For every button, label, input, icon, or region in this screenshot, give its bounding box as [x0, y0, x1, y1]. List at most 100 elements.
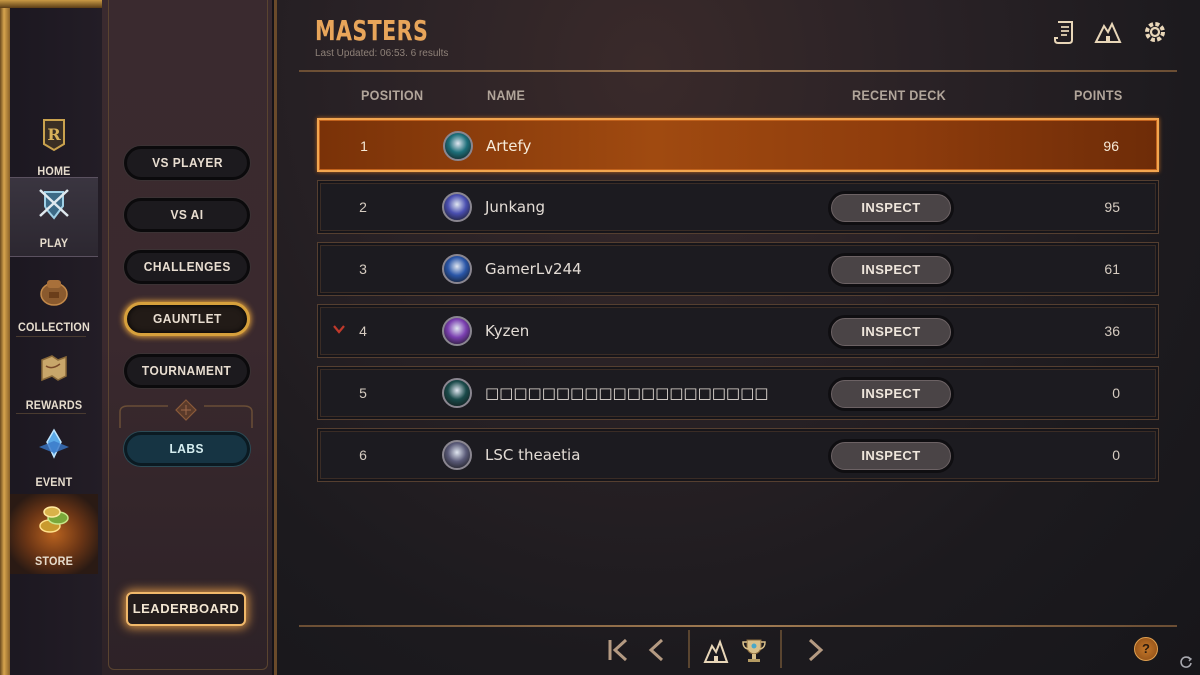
nav-label-home: HOME — [37, 164, 71, 178]
nav-item-event[interactable]: EVENT — [10, 419, 98, 495]
row-position: 2 — [359, 199, 367, 215]
inspect-label: INSPECT — [831, 442, 951, 470]
player-name: LSC theaetia — [485, 446, 581, 464]
leaderboard-row[interactable]: 3 GamerLv244 INSPECT 61 — [317, 242, 1159, 296]
previous-page-icon[interactable] — [646, 634, 668, 666]
play-submenu — [102, 0, 272, 675]
challenges-button[interactable]: CHALLENGES — [124, 250, 250, 284]
nav-divider — [16, 336, 86, 337]
row-points: 36 — [1104, 323, 1120, 339]
row-position: 5 — [359, 385, 367, 401]
leaderboard-row[interactable]: 5 □□□□□□□□□□□□□□□□□□□□ INSPECT 0 — [317, 366, 1159, 420]
page-title-text: MASTERS — [315, 14, 429, 47]
column-header-points[interactable]: POINTS — [1074, 87, 1128, 103]
row-points: 0 — [1112, 385, 1120, 401]
pager-divider — [688, 630, 690, 668]
rune-logo-icon: R — [43, 119, 65, 152]
leaderboard-button[interactable]: LEADERBOARD — [126, 592, 246, 626]
rank-mountain-icon[interactable] — [1094, 18, 1122, 46]
nav-frame-top — [0, 0, 102, 8]
leaderboard-row[interactable]: 6 LSC theaetia INSPECT 0 — [317, 428, 1159, 482]
inspect-label: INSPECT — [831, 318, 951, 346]
row-position: 4 — [359, 323, 367, 339]
last-updated-text: Last Updated: 06:53. 6 results — [315, 48, 449, 59]
nav-item-collection[interactable]: COLLECTION — [10, 264, 98, 340]
map-scroll-icon — [41, 355, 67, 382]
row-points: 95 — [1104, 199, 1120, 215]
player-name: Junkang — [485, 198, 546, 216]
player-avatar-icon — [442, 192, 472, 222]
gear-icon[interactable] — [1141, 18, 1169, 46]
nav-item-play[interactable]: PLAY — [10, 177, 98, 257]
nav-divider — [16, 413, 86, 414]
inspect-deck-button[interactable]: INSPECT — [828, 315, 954, 349]
header-divider — [299, 70, 1177, 72]
refresh-icon — [1180, 656, 1193, 668]
inspect-label: INSPECT — [831, 256, 951, 284]
rank-down-icon — [333, 325, 345, 334]
player-avatar-icon — [442, 316, 472, 346]
column-header-points-label: POINTS — [1074, 87, 1123, 103]
player-avatar-icon — [442, 440, 472, 470]
inspect-deck-button[interactable]: INSPECT — [828, 191, 954, 225]
row-points: 0 — [1112, 447, 1120, 463]
inspect-label: INSPECT — [831, 380, 951, 408]
inspect-deck-button[interactable]: INSPECT — [828, 439, 954, 473]
gauntlet-label: GAUNTLET — [152, 311, 222, 326]
nav-item-rewards[interactable]: REWARDS — [10, 342, 98, 418]
vs-player-button[interactable]: VS PLAYER — [124, 146, 250, 180]
first-page-icon[interactable] — [606, 634, 632, 666]
nav-label-rewards: REWARDS — [25, 398, 83, 412]
nav-item-home[interactable]: R HOME — [10, 108, 98, 184]
row-points: 61 — [1104, 261, 1120, 277]
page-title: MASTERS — [315, 14, 453, 47]
leaderboard-row[interactable]: 4 Kyzen INSPECT 36 — [317, 304, 1159, 358]
labs-label: LABS — [169, 441, 205, 456]
trophy-icon[interactable] — [740, 634, 768, 666]
tournament-button[interactable]: TOURNAMENT — [124, 354, 250, 388]
nav-label-event: EVENT — [35, 475, 73, 489]
row-position: 1 — [360, 138, 368, 154]
player-avatar-icon — [442, 378, 472, 408]
labs-button[interactable]: LABS — [124, 432, 250, 466]
tournament-label: TOURNAMENT — [142, 363, 232, 378]
inspect-deck-button[interactable]: INSPECT — [828, 377, 954, 411]
next-page-icon[interactable] — [804, 634, 826, 666]
row-points: 96 — [1103, 138, 1119, 154]
crossed-swords-shield-icon — [39, 189, 69, 220]
gauntlet-button[interactable]: GAUNTLET — [124, 302, 250, 336]
vs-ai-button[interactable]: VS AI — [124, 198, 250, 232]
column-header-position[interactable]: POSITION — [361, 87, 430, 103]
rank-tier-icon[interactable] — [703, 634, 729, 666]
row-position: 3 — [359, 261, 367, 277]
nav-frame — [0, 0, 10, 675]
row-position: 6 — [359, 447, 367, 463]
scroll-list-icon[interactable] — [1051, 18, 1079, 46]
challenges-label: CHALLENGES — [143, 259, 231, 274]
footer-divider — [299, 625, 1177, 627]
column-header-name[interactable]: NAME — [487, 87, 529, 103]
column-header-position-label: POSITION — [361, 87, 424, 103]
coins-icon — [39, 506, 69, 533]
nav-label-store: STORE — [35, 554, 73, 568]
player-name: Kyzen — [485, 322, 530, 340]
inspect-deck-button[interactable]: INSPECT — [828, 253, 954, 287]
help-button[interactable]: ? — [1134, 637, 1158, 661]
player-name: GamerLv244 — [485, 260, 582, 278]
vs-player-label: VS PLAYER — [151, 155, 223, 170]
inspect-label: INSPECT — [831, 194, 951, 222]
vs-ai-label: VS AI — [170, 207, 204, 222]
nav-item-store[interactable]: STORE — [10, 494, 98, 574]
leaderboard-panel: MASTERS Last Updated: 06:53. 6 results P… — [274, 0, 1200, 675]
pager-divider — [780, 630, 782, 668]
nav-label-collection: COLLECTION — [18, 320, 91, 334]
player-name: □□□□□□□□□□□□□□□□□□□□ — [485, 384, 769, 402]
column-header-name-label: NAME — [487, 87, 526, 103]
leaderboard-row[interactable]: 2 Junkang INSPECT 95 — [317, 180, 1159, 234]
backpack-icon — [40, 280, 68, 306]
column-header-recent-deck-label: RECENT DECK — [852, 87, 946, 103]
leaderboard-row[interactable]: 1 Artefy 96 — [317, 118, 1159, 172]
nav-label-play: PLAY — [39, 236, 69, 250]
main-nav: R HOME PLAY COLLECTION REWARDS EVENT STO… — [0, 0, 102, 675]
svg-text:R: R — [47, 125, 61, 144]
